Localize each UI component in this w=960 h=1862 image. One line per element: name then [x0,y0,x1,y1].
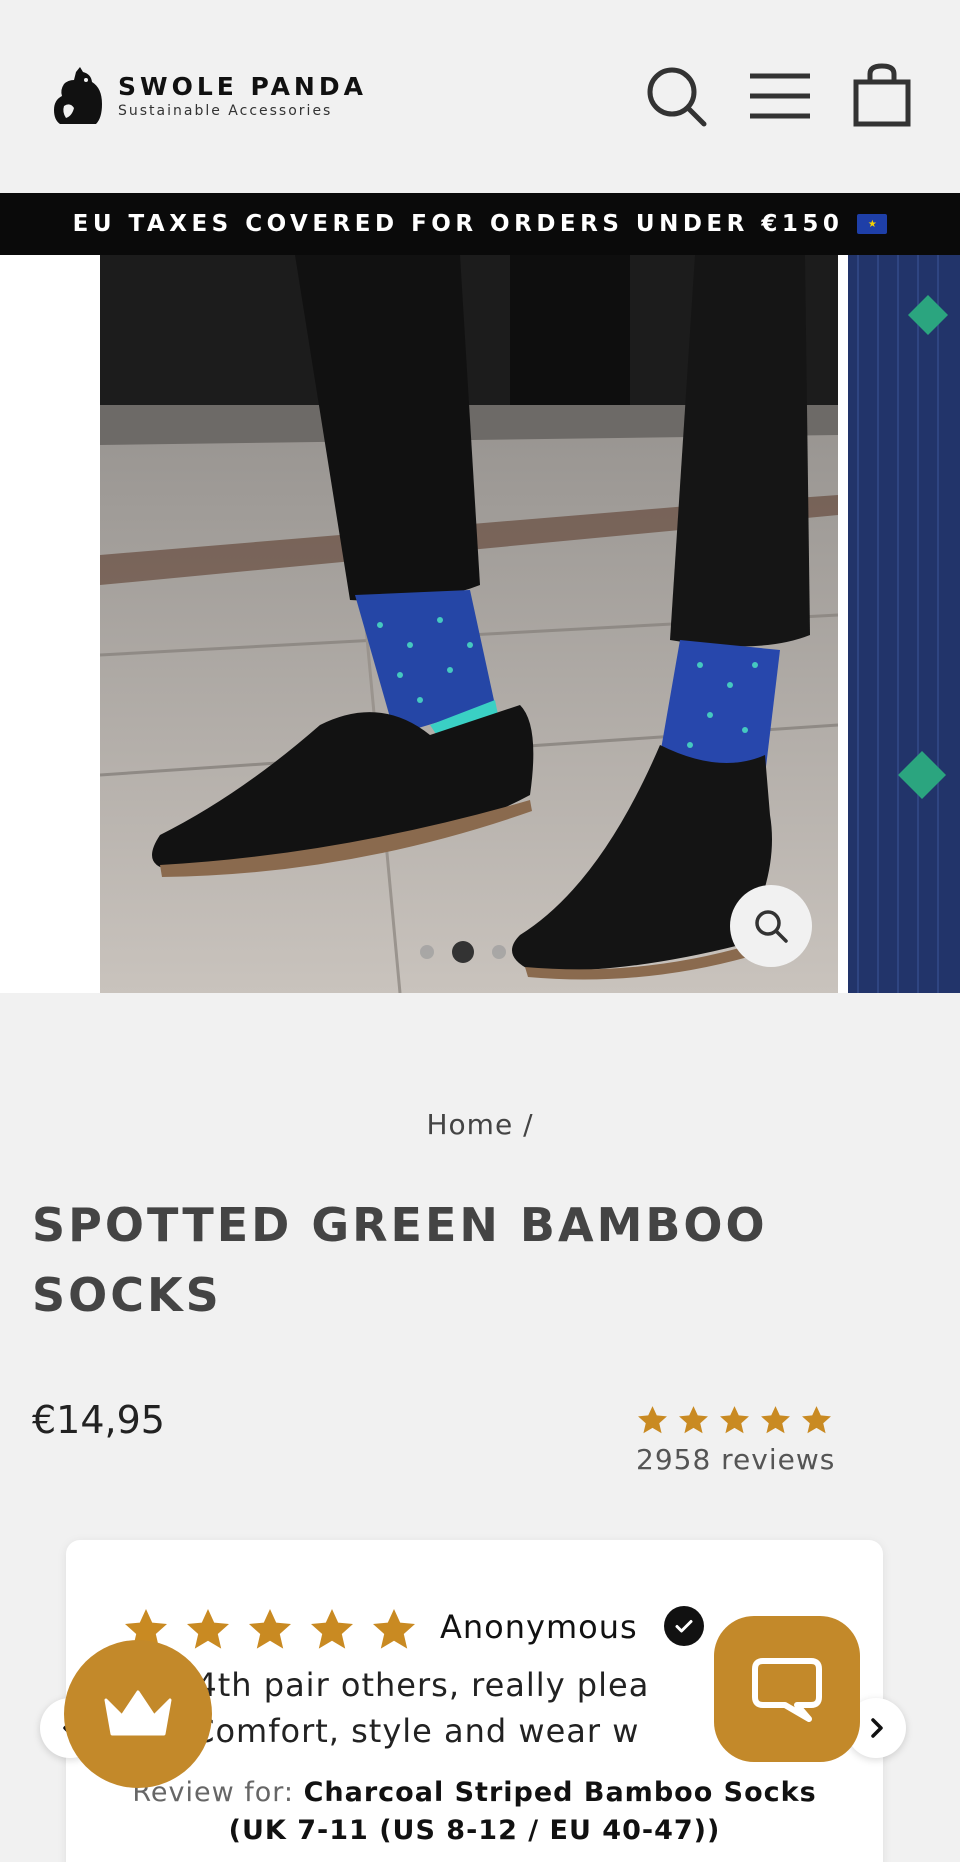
star-icon [800,1404,833,1437]
review-author: Anonymous [440,1608,638,1646]
review-product-reference[interactable]: Review for: Charcoal Striped Bamboo Sock… [66,1774,883,1850]
search-icon[interactable] [642,62,710,130]
review-for-variant: (UK 7-11 (US 8-12 / EU 40-47)) [228,1815,721,1846]
chevron-right-icon [871,1718,883,1738]
review-for-product[interactable]: Charcoal Striped Bamboo Socks [304,1777,817,1808]
site-header: SWOLE PANDA Sustainable Accessories [0,0,960,193]
star-icon [308,1606,356,1654]
review-body: d or 4th pair others, really plea ain. C… [118,1662,818,1754]
verified-check-icon [664,1606,704,1646]
announcement-bar: EU TAXES COVERED FOR ORDERS UNDER €150 ★ [0,193,960,255]
chat-bubble-icon [752,1658,822,1722]
review-count[interactable]: 2958 reviews [636,1443,846,1476]
gallery-dot[interactable] [420,945,434,959]
brand-logo[interactable]: SWOLE PANDA Sustainable Accessories [50,66,367,126]
product-image-main[interactable] [100,255,838,993]
product-image-next[interactable] [848,255,960,993]
announcement-text: EU TAXES COVERED FOR ORDERS UNDER €150 [72,211,844,237]
eu-flag-icon: ★ [857,214,888,234]
product-title: Spotted Green Bamboo Socks [32,1198,768,1322]
product-rating[interactable]: 2958 reviews [636,1404,846,1476]
cart-icon[interactable] [848,62,916,130]
star-icon [636,1404,669,1437]
sock-fabric-closeup-image [848,255,960,993]
star-icon [759,1404,792,1437]
socks-photo-image [100,255,838,993]
menu-icon[interactable] [746,62,814,130]
rewards-button[interactable] [64,1640,212,1788]
zoom-button[interactable] [730,885,812,967]
panda-logo-icon [54,67,102,124]
review-body-line: d or 4th pair others, really plea [118,1666,650,1704]
product-price: €14,95 [32,1398,165,1442]
brand-tagline: Sustainable Accessories [118,103,333,119]
review-body-line: ain. Comfort, style and wear w [118,1712,640,1750]
star-icon [184,1606,232,1654]
zoom-icon [755,910,788,943]
gallery-dot[interactable] [492,945,506,959]
product-gallery[interactable] [0,255,960,993]
gallery-dot-active[interactable] [452,941,474,963]
crown-icon [104,1690,172,1736]
star-icon [677,1404,710,1437]
rating-stars [636,1404,846,1437]
star-icon [246,1606,294,1654]
breadcrumb[interactable]: Home / [0,1108,960,1141]
brand-name: SWOLE PANDA [118,72,367,101]
star-icon [370,1606,418,1654]
star-icon [718,1404,751,1437]
gallery-pagination[interactable] [420,941,506,963]
chat-button[interactable] [714,1616,860,1762]
